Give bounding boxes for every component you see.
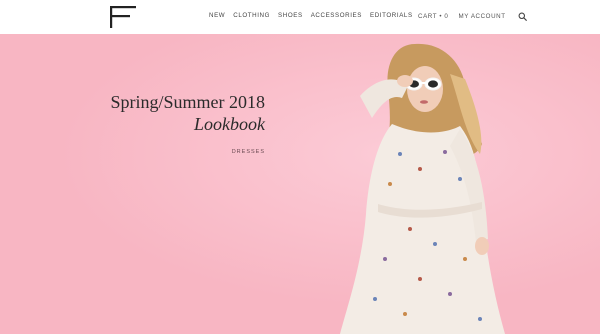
brand-logo-icon[interactable] (110, 6, 136, 28)
nav-shoes[interactable]: SHOES (278, 12, 303, 19)
nav-new[interactable]: NEW (209, 12, 225, 19)
header-actions: CART • 0 MY ACCOUNT (418, 12, 527, 21)
lips (420, 100, 428, 104)
main-nav: NEW CLOTHING SHOES ACCESSORIES EDITORIAL… (209, 12, 413, 19)
dresses-link[interactable]: DRESSES (0, 149, 265, 155)
hand (397, 75, 413, 87)
hero-title: Spring/Summer 2018 (110, 92, 265, 112)
hero-model-image (340, 43, 505, 334)
my-account-link[interactable]: MY ACCOUNT (458, 13, 505, 20)
nav-editorials[interactable]: EDITORIALS (370, 12, 413, 19)
nav-accessories[interactable]: ACCESSORIES (311, 12, 362, 19)
site-header: NEW CLOTHING SHOES ACCESSORIES EDITORIAL… (0, 0, 600, 34)
cart-link[interactable]: CART • 0 (418, 13, 448, 20)
search-icon[interactable] (518, 12, 527, 21)
nav-clothing[interactable]: CLOTHING (233, 12, 270, 19)
hero-subtitle: Lookbook (194, 114, 265, 134)
right-hand (475, 237, 489, 255)
